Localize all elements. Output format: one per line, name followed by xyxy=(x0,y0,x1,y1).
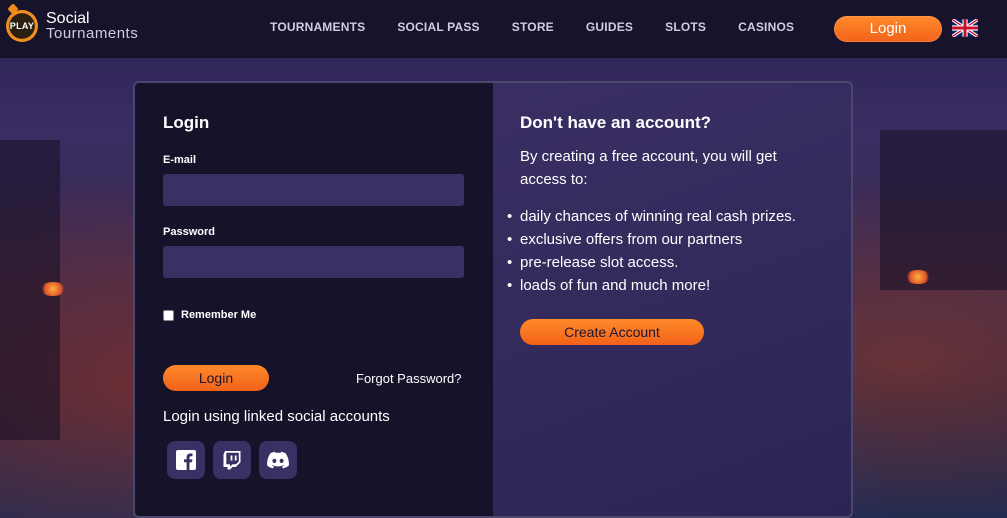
logo-line-2: Tournaments xyxy=(46,25,139,42)
auth-card: Login E-mail Password Remember Me Login … xyxy=(133,81,853,518)
social-login-title: Login using linked social accounts xyxy=(163,408,390,425)
logo-badge-text: PLAY xyxy=(9,21,35,31)
nav-store[interactable]: STORE xyxy=(512,20,554,34)
benefit-item: exclusive offers from our partners xyxy=(507,228,823,251)
facebook-login-button[interactable] xyxy=(167,441,205,479)
logo-line-1: Social xyxy=(46,10,90,27)
benefit-item: daily chances of winning real cash prize… xyxy=(507,205,823,228)
remember-me-label: Remember Me xyxy=(181,309,257,321)
remember-me[interactable]: Remember Me xyxy=(163,309,256,321)
login-button[interactable]: Login xyxy=(163,365,269,391)
discord-icon xyxy=(267,451,289,469)
main-nav: TOURNAMENTS SOCIAL PASS STORE GUIDES SLO… xyxy=(254,20,810,34)
discord-login-button[interactable] xyxy=(259,441,297,479)
nav-social-pass[interactable]: SOCIAL PASS xyxy=(397,20,479,34)
register-description: By creating a free account, you will get… xyxy=(520,148,777,188)
uk-flag-icon[interactable] xyxy=(952,19,978,37)
nav-slots[interactable]: SLOTS xyxy=(665,20,706,34)
twitch-login-button[interactable] xyxy=(213,441,251,479)
nav-guides[interactable]: GUIDES xyxy=(586,20,633,34)
twitch-icon xyxy=(223,451,241,470)
top-header: PLAY Social Tournaments TOURNAMENTS SOCI… xyxy=(0,0,1007,58)
email-label: E-mail xyxy=(163,154,197,166)
logo-badge: PLAY xyxy=(6,10,38,42)
password-label: Password xyxy=(163,226,215,238)
site-logo[interactable]: PLAY Social Tournaments xyxy=(6,10,138,42)
login-panel: Login E-mail Password Remember Me Login … xyxy=(135,83,493,516)
nav-tournaments[interactable]: TOURNAMENTS xyxy=(270,20,365,34)
login-title: Login xyxy=(163,113,210,132)
social-login-buttons xyxy=(167,441,305,479)
register-title: Don't have an account? xyxy=(520,113,712,132)
forgot-password-link[interactable]: Forgot Password? xyxy=(356,371,462,386)
benefits-list: daily chances of winning real cash prize… xyxy=(507,205,823,297)
benefit-item: loads of fun and much more! xyxy=(507,274,823,297)
benefit-item: pre-release slot access. xyxy=(507,251,823,274)
header-login-button[interactable]: Login xyxy=(834,16,942,42)
logo-text: Social Tournaments xyxy=(46,10,139,42)
create-account-button[interactable]: Create Account xyxy=(520,319,704,345)
email-field[interactable] xyxy=(163,174,464,206)
password-field[interactable] xyxy=(163,246,464,278)
register-panel: Don't have an account? By creating a fre… xyxy=(493,83,851,516)
nav-casinos[interactable]: CASINOS xyxy=(738,20,794,34)
remember-me-checkbox[interactable] xyxy=(163,309,174,321)
facebook-icon xyxy=(176,450,196,470)
